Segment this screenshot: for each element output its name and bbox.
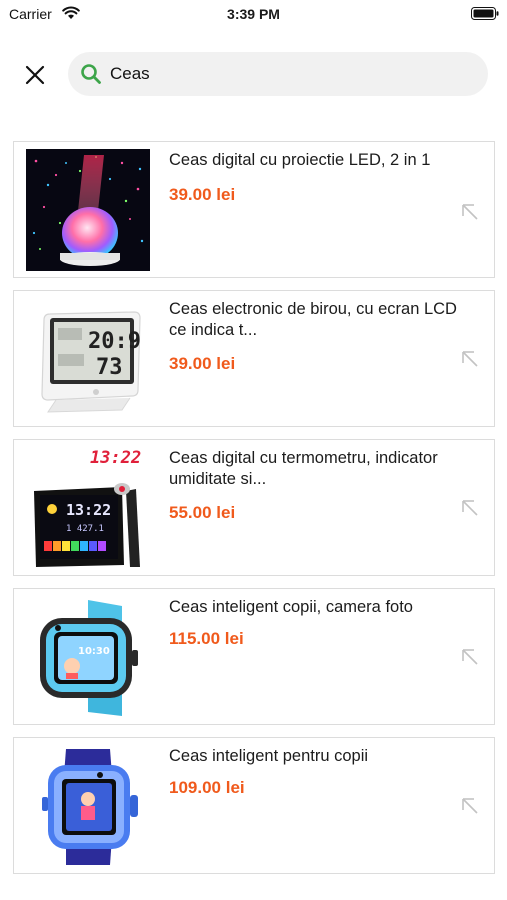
- product-card[interactable]: 20:9 73 Ceas electronic de birou, cu ecr…: [13, 290, 495, 427]
- arrow-up-left-icon[interactable]: [460, 647, 480, 667]
- search-bar-row: [0, 52, 507, 98]
- arrow-up-left-icon[interactable]: [460, 349, 480, 369]
- product-title: Ceas digital cu proiectie LED, 2 in 1: [169, 151, 431, 169]
- arrow-up-left-icon[interactable]: [460, 796, 480, 816]
- lcd-time-digits: 20:9: [88, 329, 141, 354]
- close-button[interactable]: [20, 62, 50, 88]
- search-results-list: Ceas digital cu proiectie LED, 2 in 1 39…: [13, 141, 495, 886]
- product-price: 115.00 lei: [169, 629, 244, 648]
- product-price: 39.00 lei: [169, 185, 236, 204]
- product-price: 39.00 lei: [169, 354, 236, 373]
- watch-time: 10:30: [78, 646, 110, 657]
- product-image-projector-weather-clock: 13:22 13:22 1 427.1: [26, 447, 150, 569]
- arrow-up-left-icon[interactable]: [460, 498, 480, 518]
- product-card[interactable]: Ceas inteligent pentru copii 109.00 lei: [13, 737, 495, 874]
- projected-time: 13:22: [90, 448, 141, 468]
- product-title: Ceas digital cu termometru, indicator um…: [169, 449, 438, 488]
- close-icon: [25, 65, 45, 85]
- clock-screen-time: 13:22: [66, 501, 111, 519]
- product-price: 55.00 lei: [169, 503, 236, 522]
- search-field[interactable]: [68, 52, 488, 96]
- clock-time: 3:39 PM: [227, 6, 280, 22]
- product-price: 109.00 lei: [169, 778, 245, 797]
- product-card[interactable]: 13:22 13:22 1 427.1 Ceas digital cu term…: [13, 439, 495, 576]
- product-image-kids-smartwatch: [26, 745, 150, 867]
- product-image-kids-smartwatch-camera: 10:30: [26, 596, 150, 718]
- product-title: Ceas inteligent pentru copii: [169, 747, 369, 765]
- product-title: Ceas electronic de birou, cu ecran LCD c…: [169, 300, 457, 339]
- status-bar: Carrier 3:39 PM: [0, 0, 507, 28]
- battery-icon: [471, 7, 499, 25]
- product-card[interactable]: Ceas digital cu proiectie LED, 2 in 1 39…: [13, 141, 495, 278]
- product-image-led-projection-clock: [26, 149, 150, 271]
- product-title: Ceas inteligent copii, camera foto: [169, 598, 413, 616]
- arrow-up-left-icon[interactable]: [460, 202, 480, 222]
- search-icon: [80, 63, 102, 85]
- svg-text:1 427.1: 1 427.1: [66, 524, 104, 534]
- product-image-lcd-desk-clock: 20:9 73: [26, 298, 150, 420]
- lcd-humidity-digits: 73: [96, 355, 123, 380]
- search-input[interactable]: [110, 64, 470, 84]
- product-card[interactable]: 10:30 Ceas inteligent copii, camera foto…: [13, 588, 495, 725]
